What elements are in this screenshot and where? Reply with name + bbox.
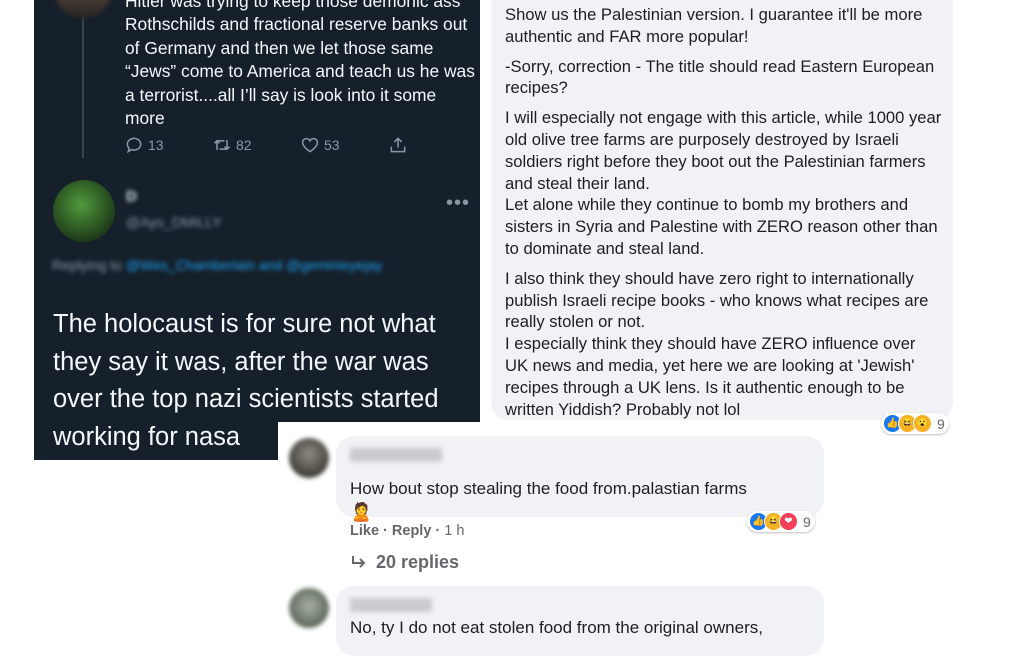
comment-thread: How bout stop stealing the food from.pal… — [278, 422, 838, 656]
comment-text: How bout stop stealing the food from.pal… — [350, 479, 747, 498]
wow-reaction-icon: 😮 — [913, 414, 932, 433]
commenter-name-redacted[interactable] — [350, 598, 432, 612]
comment-paragraph: I especially think they should have ZERO… — [505, 334, 916, 419]
reaction-summary[interactable]: 👍 😆 😮 9 — [881, 413, 949, 434]
view-replies-button[interactable]: 20 replies — [350, 552, 459, 573]
like-count: 53 — [324, 137, 340, 153]
comment-paragraph: I will especially not engage with this a… — [505, 108, 942, 193]
reply-icon — [126, 137, 142, 154]
reply-action[interactable]: 13 — [124, 135, 212, 155]
tweet-card: Hitler was trying to keep those demonic … — [34, 0, 480, 460]
comment-bubble: No, ty I do not eat stolen food from the… — [336, 586, 824, 656]
more-options-icon[interactable]: ••• — [446, 192, 470, 215]
commenter-name-redacted[interactable] — [350, 448, 442, 462]
reply-link[interactable]: Reply — [392, 523, 432, 539]
retweet-action[interactable]: 82 — [212, 135, 300, 155]
comment-paragraph: Show us the Palestinian version. I guara… — [505, 5, 923, 46]
avatar[interactable] — [53, 180, 115, 242]
avatar[interactable] — [289, 588, 329, 628]
reaction-summary[interactable]: 👍 😆 ❤ 9 — [747, 511, 815, 532]
share-action[interactable] — [388, 135, 408, 155]
retweet-icon — [213, 139, 231, 151]
reply-count: 13 — [148, 137, 164, 153]
comment-text: No, ty I do not eat stolen food from the… — [350, 618, 763, 637]
reaction-count: 9 — [803, 513, 811, 530]
comment-meta: Like · Reply · 1 h — [350, 523, 465, 539]
share-icon — [390, 137, 406, 153]
love-reaction-icon: ❤ — [779, 512, 798, 531]
reaction-count: 9 — [937, 415, 945, 432]
heart-icon — [301, 137, 319, 153]
comment-time: 1 h — [444, 523, 465, 539]
like-action[interactable]: 53 — [300, 135, 388, 155]
avatar[interactable] — [289, 438, 329, 478]
retweet-count: 82 — [236, 137, 252, 153]
replying-to: Replying to @Wes_Chamberlain and @gemini… — [52, 254, 472, 276]
replies-count-label: 20 replies — [376, 552, 460, 572]
comment-bubble-top: Show us the Palestinian version. I guara… — [491, 0, 953, 420]
like-link[interactable]: Like — [350, 523, 379, 539]
person-emoji-icon: 🙎 — [350, 502, 373, 522]
comment-paragraph: I also think they should have zero right… — [505, 268, 929, 332]
comment-paragraph: Let alone while they continue to bomb my… — [505, 195, 938, 258]
avatar[interactable] — [54, 0, 112, 18]
thread-line — [82, 0, 84, 158]
tweet-actions: 13 82 53 — [124, 135, 408, 155]
comment-text: Show us the Palestinian version. I guara… — [505, 4, 943, 428]
display-name[interactable]: D — [126, 188, 137, 205]
mentions-link[interactable]: @Wes_Chamberlain and @geminieyejay — [126, 257, 382, 273]
comment-bubble: How bout stop stealing the food from.pal… — [336, 436, 824, 522]
reply-arrow-icon — [352, 555, 366, 568]
user-handle[interactable]: @Ayo_DMILLY — [126, 214, 221, 230]
replying-prefix: Replying to — [52, 257, 123, 273]
tweet-text: Hitler was trying to keep those demonic … — [125, 0, 475, 129]
comment-paragraph: -Sorry, correction - The title should re… — [505, 56, 935, 98]
